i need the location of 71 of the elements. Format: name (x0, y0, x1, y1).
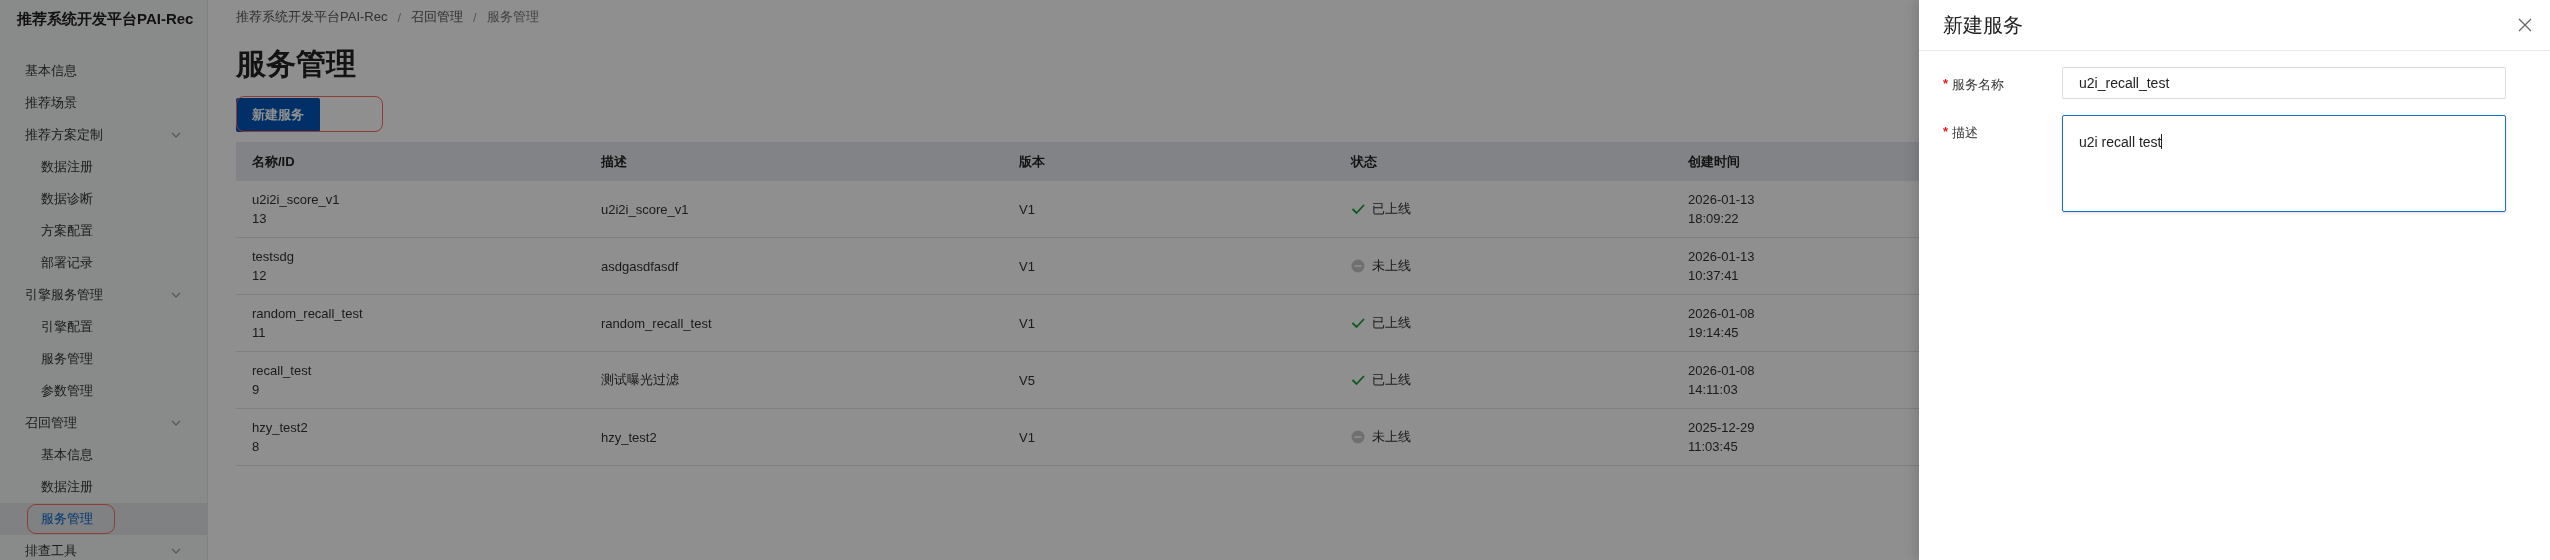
table-cell: V1 (1003, 408, 1335, 466)
sidebar-item[interactable]: 引擎服务管理 (0, 279, 207, 311)
sidebar-item[interactable]: 推荐场景 (0, 87, 207, 119)
status-label: 已上线 (1372, 314, 1411, 332)
table-cell: V1 (1003, 237, 1335, 295)
service-id: 8 (252, 439, 261, 454)
table-cell: V1 (1003, 181, 1335, 238)
breadcrumb-link[interactable]: 推荐系统开发平台PAI-Rec (236, 8, 388, 26)
service-name: testsdg (252, 249, 295, 264)
table-cell: V5 (1003, 351, 1335, 409)
service-name: hzy_test2 (252, 420, 309, 435)
sidebar-item[interactable]: 推荐方案定制 (0, 119, 207, 151)
table-cell: 测试曝光过滤 (585, 351, 1003, 409)
sidebar-item[interactable]: 数据注册 (0, 151, 207, 183)
table-cell: V1 (1003, 294, 1335, 352)
sidebar-item[interactable]: 引擎配置 (0, 311, 207, 343)
breadcrumb-separator: / (397, 9, 402, 25)
table-cell: random_recall_test (585, 294, 1003, 352)
sidebar-item[interactable]: 数据注册 (0, 471, 207, 503)
sidebar-item[interactable]: 数据诊断 (0, 183, 207, 215)
column-header: 版本 (1003, 142, 1335, 181)
created-time: 18:09:22 (1688, 211, 1740, 226)
sidebar-item[interactable]: 参数管理 (0, 375, 207, 407)
service-name: random_recall_test (252, 306, 364, 321)
sidebar-item[interactable]: 排查工具 (0, 535, 207, 560)
service-id: 9 (252, 382, 261, 397)
table-cell: asdgasdfasdf (585, 237, 1003, 295)
service-id: 13 (252, 211, 268, 226)
required-mark: * (1943, 76, 1949, 93)
created-time: 2026-01-13 (1688, 192, 1756, 207)
status-label: 已上线 (1372, 371, 1411, 389)
field-label: 服务名称 (1952, 76, 2005, 94)
created-time: 11:03:45 (1688, 439, 1739, 454)
sidebar-item[interactable]: 方案配置 (0, 215, 207, 247)
table-cell: hzy_test2 (585, 408, 1003, 466)
new-service-button[interactable]: 新建服务 (236, 98, 320, 132)
created-time: 2026-01-08 (1688, 306, 1756, 321)
created-time: 19:14:45 (1688, 325, 1740, 340)
created-time: 2025-12-29 (1688, 420, 1756, 435)
created-time: 14:11:03 (1688, 382, 1739, 397)
app-title: 推荐系统开发平台PAI-Rec (16, 9, 195, 29)
sidebar-item[interactable]: 服务管理 (0, 503, 207, 535)
page-title: 服务管理 (236, 46, 356, 82)
drawer-title: 新建服务 (1943, 12, 2023, 38)
status-label: 已上线 (1372, 200, 1411, 218)
created-time: 2026-01-13 (1688, 249, 1756, 264)
service-id: 12 (252, 268, 268, 283)
service-name: recall_test (252, 363, 313, 378)
sidebar-item[interactable]: 部署记录 (0, 247, 207, 279)
sidebar-item[interactable]: 基本信息 (0, 55, 207, 87)
input-field[interactable]: u2i_recall_test (2062, 67, 2506, 99)
service-name: u2i2i_score_v1 (252, 192, 341, 207)
sidebar-item[interactable]: 基本信息 (0, 439, 207, 471)
created-time: 10:37:41 (1688, 268, 1740, 283)
status-label: 未上线 (1372, 257, 1411, 275)
service-id: 11 (252, 325, 267, 340)
sidebar-item[interactable]: 服务管理 (0, 343, 207, 375)
breadcrumb-current: 服务管理 (486, 8, 539, 26)
created-time: 2026-01-08 (1688, 363, 1756, 378)
field-label: 描述 (1952, 124, 1979, 142)
column-header: 名称/ID (236, 142, 585, 181)
textarea-field[interactable]: u2i recall test (2062, 115, 2506, 212)
close-icon[interactable] (2518, 18, 2532, 32)
required-mark: * (1943, 124, 1949, 141)
sidebar-item[interactable]: 召回管理 (0, 407, 207, 439)
breadcrumb-separator: / (473, 9, 477, 25)
table-cell: u2i2i_score_v1 (585, 181, 1003, 238)
column-header: 状态 (1335, 142, 1672, 181)
status-label: 未上线 (1372, 428, 1411, 446)
column-header: 描述 (585, 142, 1003, 181)
breadcrumb-link[interactable]: 召回管理 (411, 8, 464, 26)
